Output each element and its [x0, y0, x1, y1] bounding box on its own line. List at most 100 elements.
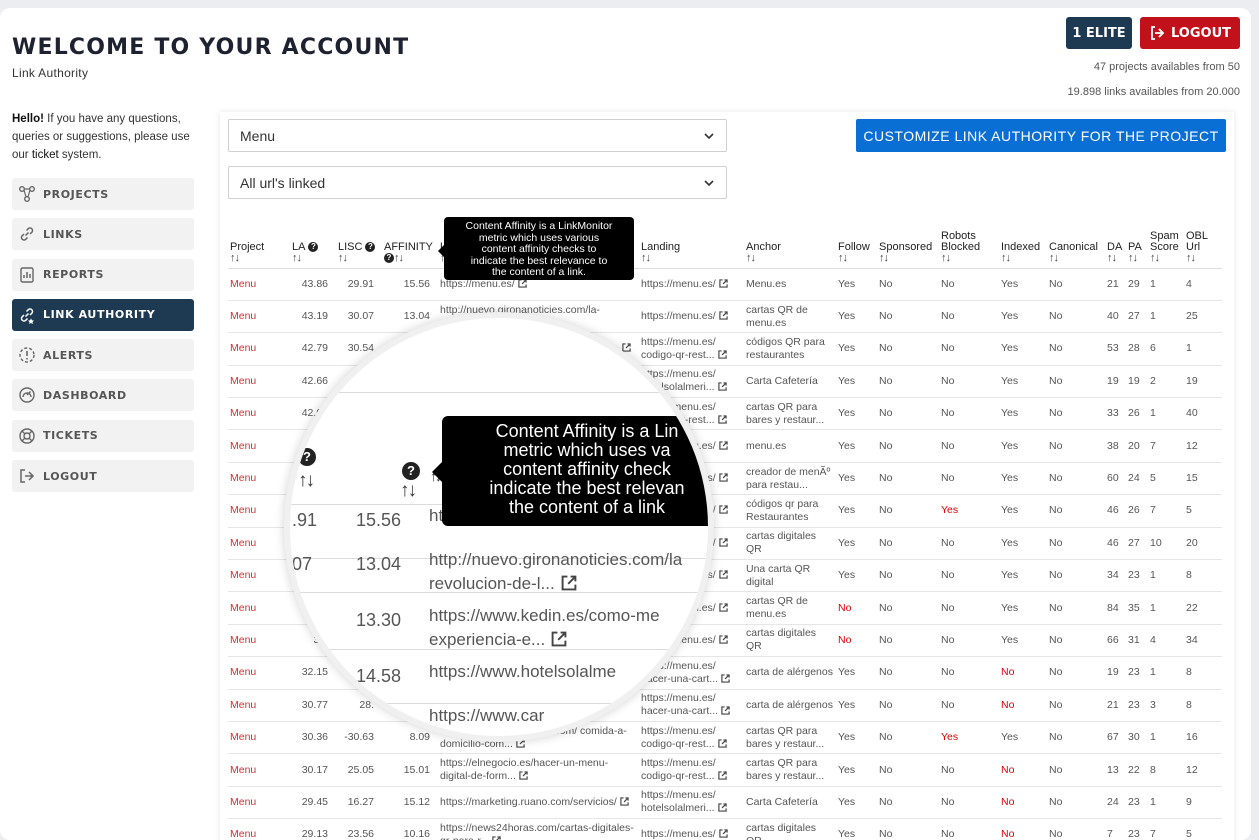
external-link-icon[interactable]	[717, 415, 727, 424]
column-header-robots-blocked[interactable]: Robots Blocked ↑↓	[939, 223, 999, 269]
logout-button[interactable]: LOGOUT	[1140, 17, 1240, 49]
help-icon[interactable]: ?	[402, 462, 420, 480]
cell-project[interactable]: Menu	[228, 527, 290, 561]
cell-project[interactable]: Menu	[228, 624, 290, 658]
column-header-canonical[interactable]: Canonical ↑↓	[1047, 223, 1105, 269]
sort-icon[interactable]: ↑↓	[746, 252, 834, 264]
cell-project[interactable]: Menu	[228, 591, 290, 625]
sidebar-item-tickets[interactable]: TICKETS	[12, 419, 194, 452]
customize-link-authority-button[interactable]: CUSTOMIZE LINK AUTHORITY FOR THE PROJECT	[856, 119, 1226, 152]
sidebar-item-reports[interactable]: REPORTS	[12, 258, 194, 291]
sort-icon[interactable]: ↑↓	[1049, 252, 1103, 264]
sort-icon[interactable]: ↑↓	[1128, 252, 1146, 264]
sidebar-item-logout[interactable]: LOGOUT	[12, 460, 194, 493]
cell-url[interactable]: https://elnegocio.es/hacer-un-menu-digit…	[438, 753, 639, 787]
sort-icon[interactable]: ↑↓	[641, 252, 742, 264]
column-header-project[interactable]: Project ↑↓	[228, 223, 290, 269]
cell-project[interactable]: Menu	[228, 818, 290, 840]
sort-icon[interactable]: ↑↓	[1107, 252, 1124, 264]
sidebar-item-projects[interactable]: PROJECTS	[12, 178, 194, 210]
help-icon[interactable]: ?	[308, 241, 319, 252]
column-header-lisc[interactable]: LISC? ↑↓	[336, 223, 382, 269]
sort-icon[interactable]: ↑↓	[230, 252, 288, 264]
cell-project[interactable]: Menu	[228, 365, 290, 399]
cell-project[interactable]: Menu	[228, 397, 290, 431]
cell-landing[interactable]: https://menu.es/ codigo-qr-rest...	[639, 753, 744, 787]
sort-icon[interactable]: ↑↓	[1150, 252, 1182, 264]
external-link-icon[interactable]	[719, 440, 728, 450]
cell-project[interactable]: Menu	[228, 753, 290, 787]
external-link-icon[interactable]	[721, 706, 730, 715]
column-header-spam-score[interactable]: Spam Score ↑↓	[1148, 223, 1184, 269]
column-header-landing[interactable]: Landing ↑↓	[639, 223, 744, 269]
sort-icon[interactable]: ↑↓	[394, 252, 404, 264]
external-link-icon[interactable]	[721, 674, 730, 683]
cell-project[interactable]: Menu	[228, 689, 290, 722]
column-header-la[interactable]: LA? ↑↓	[290, 223, 336, 269]
cell-project[interactable]: Menu	[228, 656, 290, 690]
sort-icon[interactable]: ↑↓	[298, 470, 315, 492]
sort-icon[interactable]: ↑↓	[838, 252, 875, 264]
external-link-icon[interactable]	[620, 797, 629, 806]
external-link-icon[interactable]	[719, 505, 728, 515]
external-link-icon[interactable]	[717, 350, 727, 359]
sidebar-item-alerts[interactable]: ALERTS	[12, 339, 194, 372]
external-link-icon[interactable]	[551, 631, 567, 647]
help-icon[interactable]: ?	[298, 448, 316, 466]
url-select[interactable]: All url's linked	[228, 166, 727, 199]
help-icon[interactable]: ?	[384, 252, 394, 263]
external-link-icon[interactable]	[719, 311, 728, 320]
magnified-url[interactable]: https://www.hotelsolalme	[429, 660, 616, 684]
cell-url[interactable]: https://news24horas.com/cartas-digitales…	[438, 818, 639, 840]
cell-project[interactable]: Menu	[228, 786, 290, 820]
sort-icon[interactable]: ↑↓	[941, 252, 997, 264]
sort-icon[interactable]: ↑↓	[1186, 252, 1220, 264]
external-link-icon[interactable]	[717, 771, 727, 780]
external-link-icon[interactable]	[492, 836, 501, 840]
cell-landing[interactable]: https://menu.es/ hotelsolalmeri...	[639, 786, 744, 820]
sort-icon[interactable]: ↑↓	[292, 252, 334, 264]
external-link-icon[interactable]	[717, 738, 727, 748]
column-header-da[interactable]: DA ↑↓	[1105, 223, 1126, 269]
cell-project[interactable]: Menu	[228, 300, 290, 334]
external-link-icon[interactable]	[719, 279, 728, 288]
external-link-icon[interactable]	[717, 382, 727, 392]
cell-project[interactable]: Menu	[228, 559, 290, 593]
cell-url[interactable]: https://marketing.ruano.com/servicios/	[438, 786, 639, 820]
cell-landing[interactable]: https://menu.es/	[639, 268, 744, 301]
column-header-follow[interactable]: Follow ↑↓	[836, 223, 877, 269]
column-header-anchor[interactable]: Anchor ↑↓	[744, 223, 836, 269]
column-header-pa[interactable]: PA ↑↓	[1126, 223, 1148, 269]
magnified-url[interactable]: https://www.kedin.es/como-me experiencia-…	[429, 604, 660, 652]
sort-icon[interactable]: ↑↓	[338, 252, 380, 264]
column-header-indexed[interactable]: Indexed ↑↓	[999, 223, 1047, 269]
cell-project[interactable]: Menu	[228, 462, 290, 496]
sort-icon[interactable]: ↑↓	[1001, 252, 1045, 264]
column-header-obl-url[interactable]: OBL Url ↑↓	[1184, 223, 1222, 269]
cell-project[interactable]: Menu	[228, 721, 290, 755]
cell-project[interactable]: Menu	[228, 429, 290, 463]
cell-project[interactable]: Menu	[228, 332, 290, 366]
external-link-icon[interactable]	[518, 279, 527, 288]
help-icon[interactable]: ?	[365, 241, 376, 252]
magnified-url[interactable]: https://www.car	[429, 704, 544, 728]
cell-landing[interactable]: https://menu.es/	[639, 818, 744, 840]
cell-project[interactable]: Menu	[228, 268, 290, 301]
external-link-icon[interactable]	[561, 575, 577, 591]
external-link-icon[interactable]	[719, 829, 728, 839]
external-link-icon[interactable]	[519, 771, 528, 780]
ticket-link[interactable]: ticket	[32, 149, 59, 161]
sidebar-item-link-authority[interactable]: LINK AUTHORITY	[12, 298, 194, 331]
external-link-icon[interactable]	[719, 602, 728, 612]
sidebar-item-links[interactable]: LINKS	[12, 218, 194, 251]
sort-icon[interactable]: ↑↓	[879, 252, 937, 264]
magnified-url[interactable]: http://nuevo.gironanoticies.com/la revolu…	[429, 548, 682, 596]
sidebar-item-dashboard[interactable]: DASHBOARD	[12, 379, 194, 412]
sort-icon[interactable]: ↑↓	[400, 480, 417, 502]
external-link-icon[interactable]	[719, 473, 728, 482]
external-link-icon[interactable]	[717, 803, 727, 813]
external-link-icon[interactable]	[719, 570, 728, 579]
elite-plan-button[interactable]: 1 ELITE	[1066, 17, 1132, 49]
column-header-affinity[interactable]: AFFINITY? ↑↓	[382, 223, 438, 269]
project-select[interactable]: Menu	[228, 119, 727, 152]
